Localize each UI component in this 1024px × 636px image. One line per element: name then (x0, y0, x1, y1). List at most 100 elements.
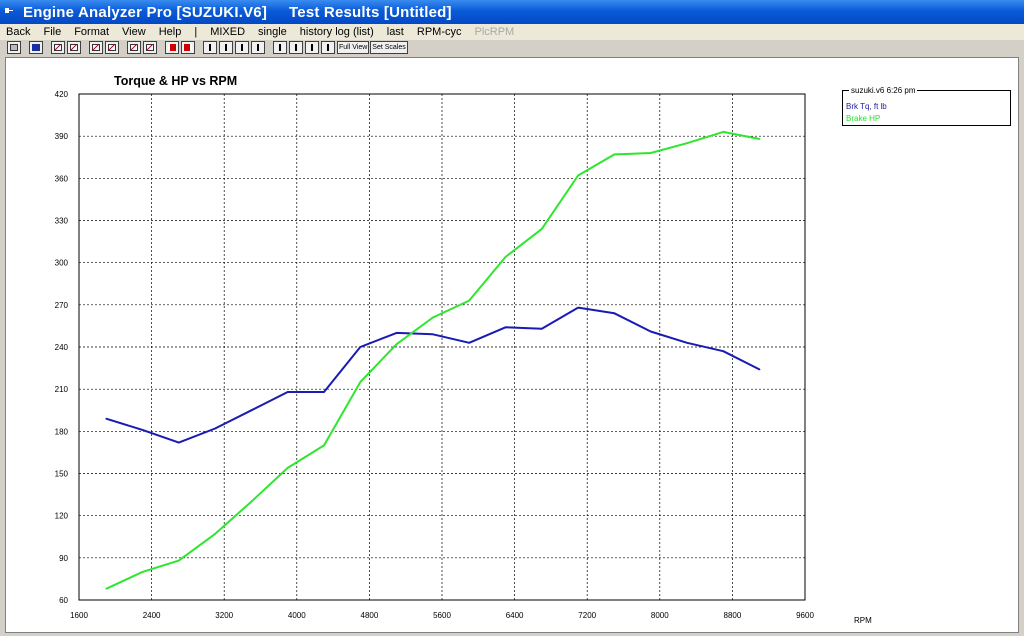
data-point-torque (178, 441, 180, 444)
data-point-torque (577, 306, 579, 309)
menu-item-10[interactable]: RPM-cyc (411, 26, 469, 38)
x-tick-label: 9600 (796, 611, 814, 620)
data-point-hp (686, 142, 688, 144)
set-scales-button[interactable]: Set Scales (370, 41, 408, 54)
window-title: Engine Analyzer Pro [SUZUKI.V6] (23, 3, 268, 21)
data-point-hp (722, 131, 725, 133)
toolbar: Full View Set Scales (0, 40, 1024, 55)
arrow-right-button[interactable] (181, 41, 195, 54)
expand-vertical-icon (324, 44, 332, 51)
data-point-torque (504, 326, 507, 329)
data-point-torque (141, 429, 144, 431)
data-point-hp (286, 467, 289, 469)
plot-area: 1600 2400 3200 4000 4800 5600 6400 7200 8000 8800… (5, 57, 1019, 633)
data-point-torque (395, 332, 398, 334)
data-point-hp (432, 316, 434, 319)
x-tick-label: 6400 (506, 611, 524, 620)
x-axis-label: RPM (854, 616, 872, 625)
x-tick-label: 3200 (215, 611, 233, 620)
scroll-down-icon (254, 44, 262, 51)
y-tick-label: 330 (55, 217, 69, 226)
data-point-hp (214, 533, 216, 535)
shrink-horizontal-button[interactable] (273, 41, 287, 54)
data-point-torque (541, 327, 543, 330)
menu-item-0[interactable]: Back (0, 26, 37, 38)
x-tick-label: 5600 (433, 611, 451, 620)
x-tick-label: 1600 (70, 611, 88, 620)
shrink-vertical-button[interactable] (305, 41, 319, 54)
menu-item-2[interactable]: Format (68, 26, 116, 38)
graph-edit-button[interactable] (105, 41, 119, 54)
scroll-right-icon (222, 44, 230, 51)
menu-item-3[interactable]: View (116, 26, 153, 38)
print-icon (10, 44, 18, 51)
series-line-hp (105, 130, 760, 590)
data-point-torque (649, 330, 652, 333)
menu-item-1[interactable]: File (37, 26, 68, 38)
y-tick-label: 360 (55, 174, 69, 183)
series-line-torque (105, 306, 761, 444)
graph-button[interactable] (51, 41, 65, 54)
data-point-torque (323, 391, 325, 393)
data-point-torque (286, 391, 289, 393)
y-tick-label: 180 (55, 427, 69, 436)
menu-item-9[interactable]: last (381, 26, 411, 38)
expand-horizontal-button[interactable] (289, 41, 303, 54)
graph-grid-icon (146, 44, 154, 51)
data-point-torque (432, 333, 434, 336)
save-icon (32, 44, 40, 51)
graph-grid-button[interactable] (143, 41, 157, 54)
menu-item-6[interactable]: MIXED (204, 26, 252, 38)
x-tick-label: 7200 (578, 611, 596, 620)
scroll-left-button[interactable] (203, 41, 217, 54)
menu-item-5: | (194, 26, 198, 38)
y-tick-label: 60 (59, 596, 68, 605)
print-button[interactable] (7, 41, 21, 54)
data-point-torque (722, 350, 725, 353)
data-point-torque (250, 409, 253, 412)
title-bar: Engine Analyzer Pro [SUZUKI.V6] Test Res… (0, 0, 1024, 24)
arrow-left-icon (168, 44, 176, 51)
data-point-torque (758, 368, 761, 371)
scroll-up-icon (238, 44, 246, 51)
data-point-hp (141, 571, 144, 573)
full-view-button[interactable]: Full View (337, 41, 370, 54)
y-tick-label: 270 (55, 301, 69, 310)
graph-overlay-button[interactable] (67, 41, 81, 54)
data-point-hp (105, 587, 108, 590)
data-point-hp (359, 381, 362, 383)
graph-icon (54, 44, 62, 51)
data-point-torque (105, 417, 108, 420)
menu-item-4[interactable]: Help (153, 26, 189, 38)
menu-item-7[interactable]: single (252, 26, 294, 38)
arrow-left-button[interactable] (165, 41, 179, 54)
shrink-vertical-icon (308, 44, 316, 51)
graph-edit-icon (108, 44, 116, 51)
x-tick-label: 2400 (143, 611, 161, 620)
scroll-up-button[interactable] (235, 41, 249, 54)
data-point-torque (214, 427, 216, 430)
expand-horizontal-icon (292, 44, 300, 51)
legend-entry-hp: Brake HP (846, 114, 881, 123)
data-point-hp (758, 138, 761, 140)
data-point-hp (613, 153, 616, 156)
app-icon[interactable] (5, 6, 17, 18)
data-point-torque (686, 341, 688, 344)
data-point-torque (359, 346, 362, 348)
scroll-down-button[interactable] (251, 41, 265, 54)
legend: suzuki.v6 6:26 pm Brk Tq, ft lb Brake HP (842, 86, 1011, 126)
menu-item-11[interactable]: PlcRPM (468, 26, 521, 38)
data-point-hp (577, 174, 579, 177)
scroll-right-button[interactable] (219, 41, 233, 54)
y-tick-label: 300 (55, 259, 69, 268)
y-tick-label: 90 (59, 554, 68, 563)
shrink-horizontal-icon (276, 44, 284, 51)
menu-item-8[interactable]: history log (list) (294, 26, 381, 38)
data-point-hp (541, 228, 543, 230)
scroll-left-icon (206, 44, 214, 51)
expand-vertical-button[interactable] (321, 41, 335, 54)
graph-stack-button[interactable] (89, 41, 103, 54)
graph-stack-icon (92, 44, 100, 51)
save-button[interactable] (29, 41, 43, 54)
graph-color-button[interactable] (127, 41, 141, 54)
